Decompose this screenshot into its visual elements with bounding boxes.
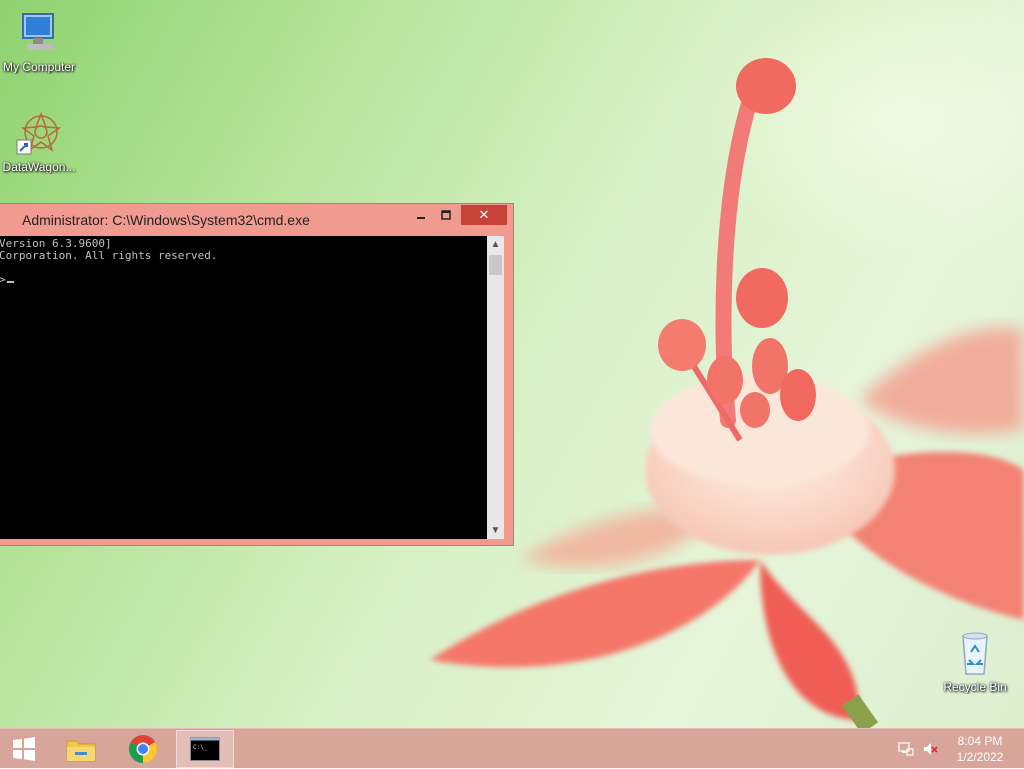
maximize-icon xyxy=(441,210,451,220)
minimize-icon xyxy=(417,217,425,219)
desktop-icon-label: My Computer xyxy=(2,60,76,74)
text-cursor xyxy=(7,281,14,283)
clock-time: 8:04 PM xyxy=(957,734,1003,748)
svg-text:C:\_: C:\_ xyxy=(193,744,208,751)
close-button[interactable]: ✕ xyxy=(461,205,507,225)
clock[interactable]: 8:04 PM 1/2/2022 xyxy=(952,733,1008,765)
scroll-down-button[interactable]: ▼ xyxy=(487,522,504,539)
maximize-button[interactable] xyxy=(434,205,458,225)
taskbar-file-explorer[interactable] xyxy=(52,730,110,768)
clock-date: 1/2/2022 xyxy=(956,750,1004,764)
desktop-icon-datawagon[interactable]: DataWagon... xyxy=(0,110,78,174)
scroll-thumb[interactable] xyxy=(489,255,502,275)
desktop-icon-label: Recycle Bin xyxy=(943,680,1007,694)
datawagon-icon xyxy=(15,110,63,158)
cmd-window[interactable]: Administrator: C:\Windows\System32\cmd.e… xyxy=(0,203,514,546)
chrome-icon xyxy=(129,735,157,763)
close-icon: ✕ xyxy=(478,207,490,222)
scroll-up-button[interactable]: ▲ xyxy=(487,236,504,253)
desktop-icon-label: DataWagon... xyxy=(2,160,76,174)
taskbar-chrome[interactable] xyxy=(114,730,172,768)
console-text: Version 6.3.9600] Corporation. All right… xyxy=(0,238,218,286)
windows-logo-icon xyxy=(13,737,35,761)
console-line: Corporation. All rights reserved. xyxy=(0,249,218,262)
network-icon[interactable] xyxy=(898,741,914,762)
folder-icon xyxy=(66,740,96,762)
minimize-button[interactable] xyxy=(409,205,433,225)
computer-icon xyxy=(15,10,63,58)
window-title: Administrator: C:\Windows\System32\cmd.e… xyxy=(22,212,310,228)
start-button[interactable] xyxy=(0,730,48,768)
console-output[interactable]: Version 6.3.9600] Corporation. All right… xyxy=(0,236,487,539)
cmd-icon: C:\_ xyxy=(190,737,220,761)
recycle-bin-icon xyxy=(951,630,999,678)
desktop-icon-recycle-bin[interactable]: Recycle Bin xyxy=(936,630,1014,694)
desktop-icon-my-computer[interactable]: My Computer xyxy=(0,10,78,74)
taskbar-command-prompt[interactable]: C:\_ xyxy=(176,730,234,768)
taskbar: C:\_ 8:04 PM 1/2/2022 xyxy=(0,728,1024,768)
title-bar[interactable]: Administrator: C:\Windows\System32\cmd.e… xyxy=(0,204,513,235)
console-prompt: > xyxy=(0,273,6,286)
volume-muted-icon[interactable] xyxy=(922,741,938,762)
vertical-scrollbar[interactable]: ▲ ▼ xyxy=(487,236,504,539)
desktop: My Computer DataWagon... Recycle Bin Adm… xyxy=(0,0,1024,728)
